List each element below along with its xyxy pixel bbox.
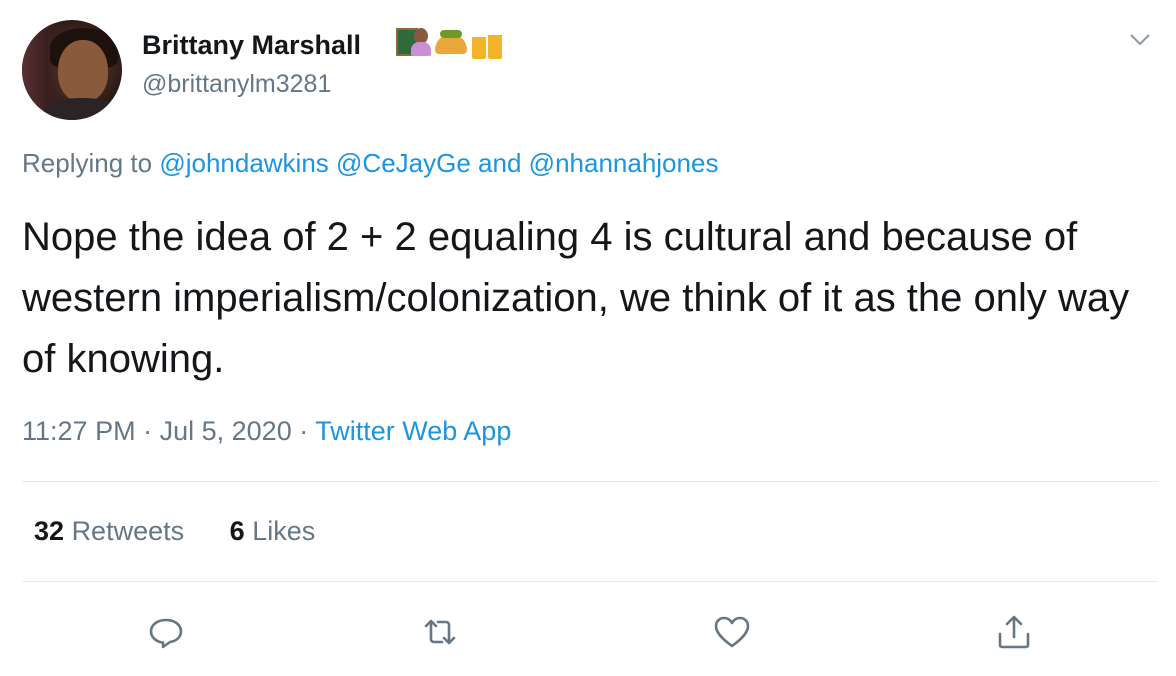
tweet-card: Brittany Marshall @brittanylm3281 Replyi…: [0, 0, 1176, 676]
like-icon[interactable]: [712, 612, 752, 652]
tweet-stats: 32 Retweets 6 Likes: [34, 516, 353, 547]
tweet-meta: 11:27 PM · Jul 5, 2020 · Twitter Web App: [22, 416, 511, 447]
share-icon[interactable]: [994, 612, 1034, 652]
retweets-stat[interactable]: 32 Retweets: [34, 516, 184, 547]
author-name[interactable]: Brittany Marshall: [142, 30, 361, 61]
replying-to-label: Replying to: [22, 148, 153, 178]
tweet-text: Nope the idea of 2 + 2 equaling 4 is cul…: [22, 215, 1130, 381]
retweet-icon[interactable]: [420, 612, 460, 652]
beer-mugs-emoji-icon: [472, 24, 506, 59]
mention-link[interactable]: @CeJayGe: [336, 148, 471, 178]
chevron-down-icon[interactable]: [1128, 28, 1152, 52]
mention-conjunction: and: [478, 148, 522, 178]
divider: [22, 581, 1158, 582]
tweet-date[interactable]: Jul 5, 2020: [160, 416, 292, 446]
meta-separator: ·: [299, 416, 309, 446]
likes-count: 6: [229, 516, 245, 546]
avatar-face: [58, 40, 108, 102]
mention-link[interactable]: @nhannahjones: [529, 148, 719, 178]
avatar[interactable]: [22, 20, 122, 120]
tweet-time[interactable]: 11:27 PM: [22, 416, 136, 446]
teacher-emoji-icon: [396, 24, 431, 58]
tweet-source-link[interactable]: Twitter Web App: [315, 416, 511, 446]
meta-separator: ·: [143, 416, 153, 446]
reply-icon[interactable]: [146, 612, 186, 652]
retweets-label: Retweets: [71, 516, 185, 546]
divider: [22, 481, 1158, 482]
mention-link[interactable]: @johndawkins: [159, 148, 328, 178]
taco-emoji-icon: [434, 24, 468, 58]
author-handle[interactable]: @brittanylm3281: [142, 70, 331, 99]
likes-stat[interactable]: 6 Likes: [230, 516, 316, 547]
name-emojis: [396, 24, 506, 59]
likes-label: Likes: [252, 516, 316, 546]
retweets-count: 32: [34, 516, 65, 546]
replying-to-line: Replying to @johndawkins @CeJayGe and @n…: [22, 148, 718, 179]
